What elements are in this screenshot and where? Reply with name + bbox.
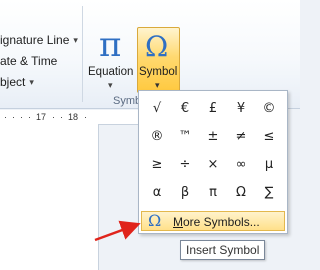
red-arrow-annotation (94, 220, 141, 242)
